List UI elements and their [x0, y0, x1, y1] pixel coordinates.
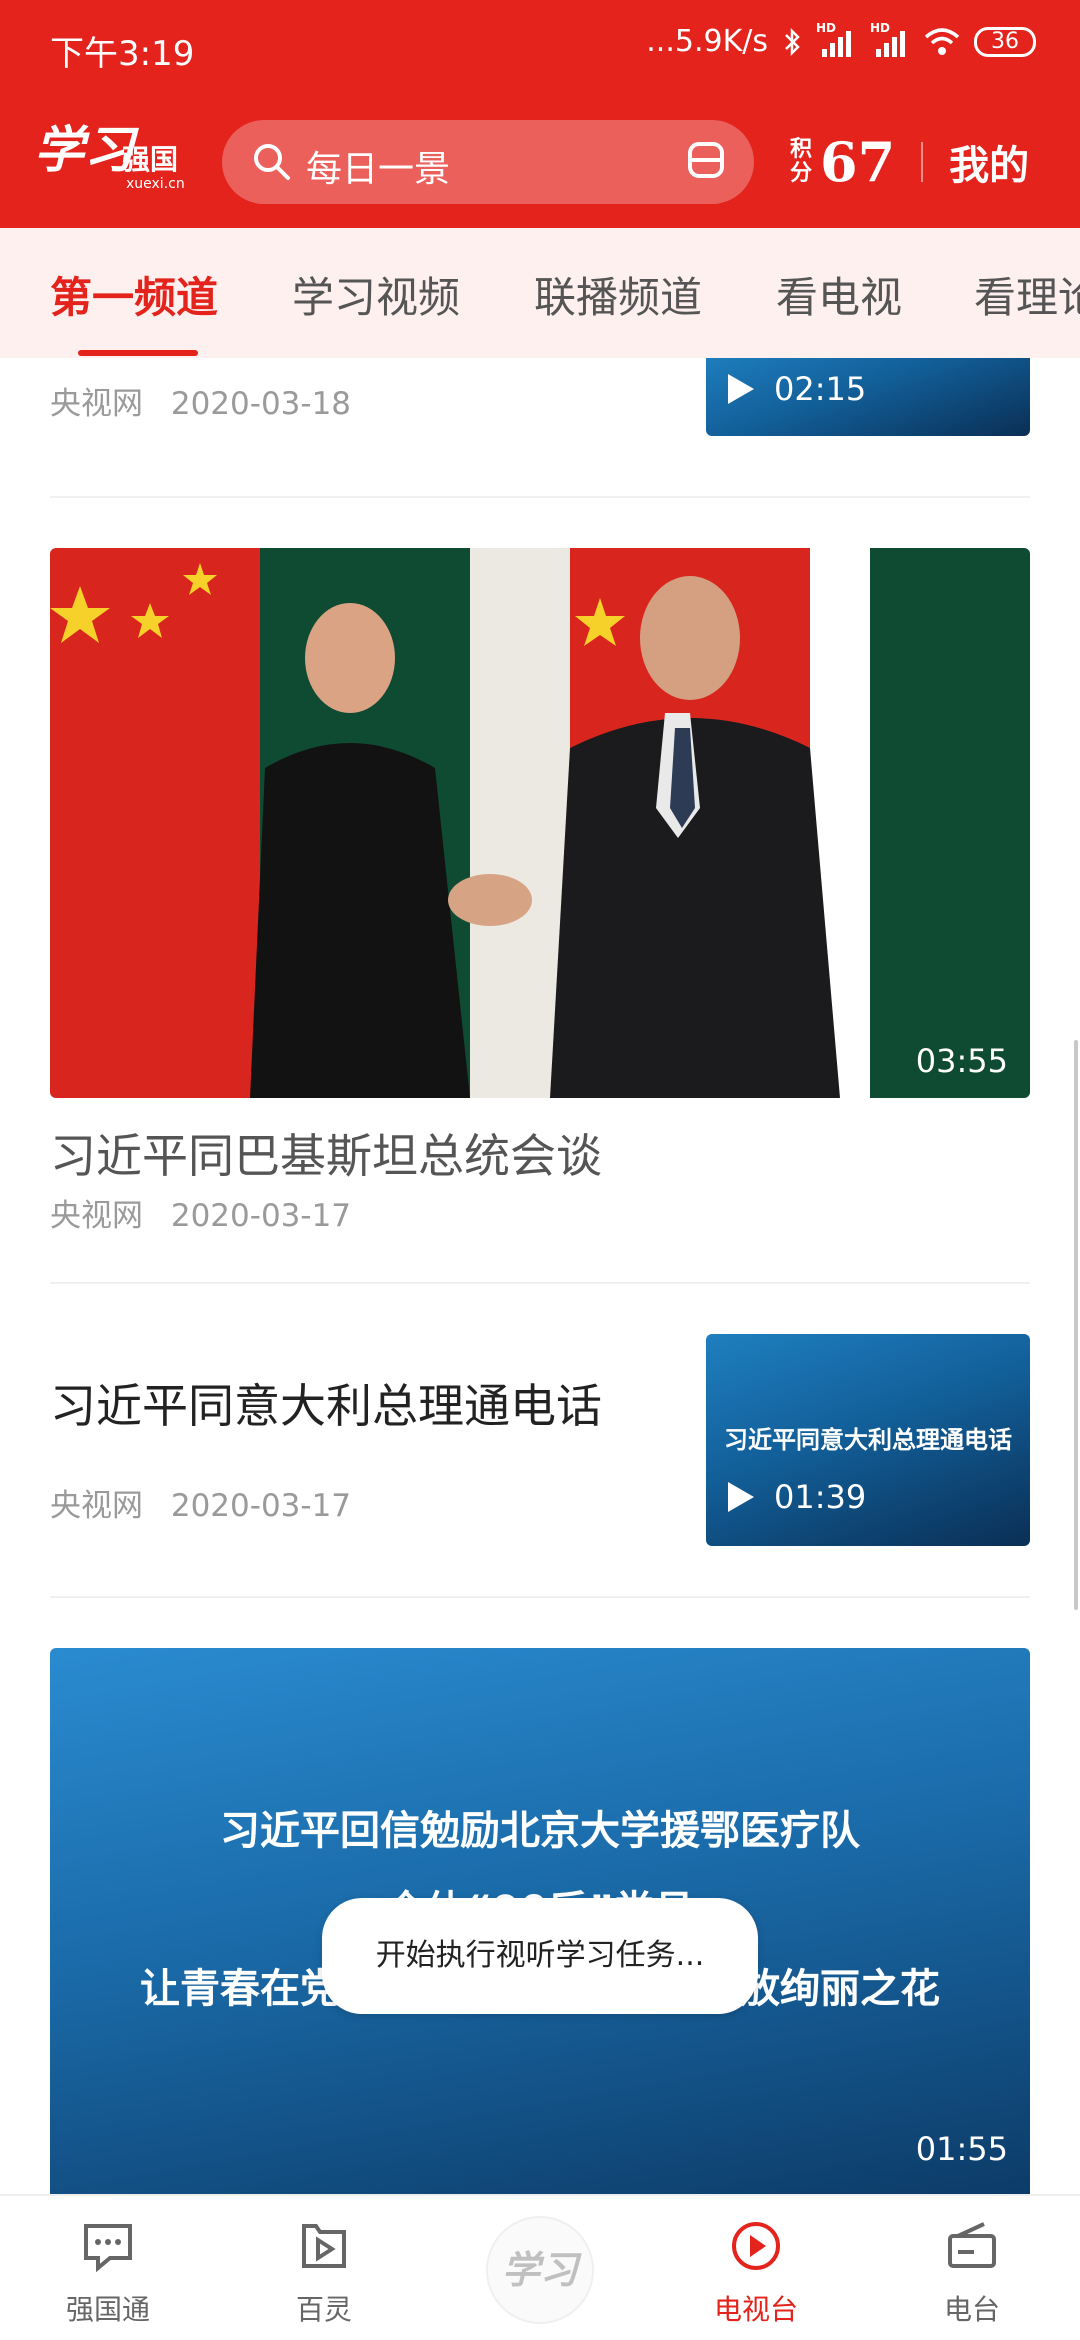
item-date: 2020-03-18 [170, 386, 352, 422]
points-area[interactable]: 积分 67 我的 [790, 120, 1029, 204]
nav-label: 电视台 [713, 2293, 798, 2326]
tab-watch-tv[interactable]: 看电视 [776, 264, 902, 325]
app-header: 学习 强国 xuexi.cn 每日一景 积分 67 我的 [0, 100, 1080, 228]
nav-label: 百灵 [295, 2293, 352, 2326]
play-icon [728, 374, 754, 404]
status-bar: 下午3:19 ...5.9K/s HD HD 36 [0, 0, 1080, 100]
chat-icon [84, 2224, 132, 2273]
bottom-nav: 强国通 百灵 学习 电视台 电台 [0, 2194, 1080, 2340]
points-value: 67 [820, 130, 896, 194]
item-source: 央视网 [50, 386, 143, 422]
header-divider [921, 142, 924, 182]
xuexi-logo[interactable]: 学习 强国 xuexi.cn [34, 120, 185, 208]
video-duration: 03:55 [915, 1042, 1008, 1080]
item-meta: 央视网 2020-03-17 [50, 1480, 351, 1525]
item-title[interactable]: 习近平同巴基斯坦总统会谈 [50, 1120, 602, 1186]
video-duration: 02:15 [774, 370, 867, 408]
logo-text: 强国 [122, 143, 179, 176]
tab-first-channel[interactable]: 第一频道 [50, 264, 218, 325]
points-label: 积分 [790, 137, 813, 186]
video-thumbnail[interactable]: 03:55 [50, 548, 1030, 1098]
play-page-icon [302, 2224, 346, 2268]
item-meta: 央视网 2020-03-17 [50, 1190, 351, 1235]
search-icon [254, 144, 290, 180]
nav-item-bailing[interactable]: 百灵 [216, 2196, 432, 2340]
video-duration: 01:39 [774, 1478, 867, 1516]
nav-item-tv[interactable]: 电视台 [648, 2196, 864, 2340]
thumbnail-line-1: 习近平回信勉励北京大学援鄂医疗队 [220, 1808, 860, 1854]
search-bar[interactable]: 每日一景 [222, 120, 754, 204]
signal-2-icon: HD [870, 21, 910, 59]
list-item[interactable]: 03:55 习近平同巴基斯坦总统会谈 央视网 2020-03-17 [50, 548, 1030, 1234]
thumbnail-caption: 习近平同意大利总理通电话 [724, 1426, 1012, 1454]
divider [50, 1282, 1030, 1284]
video-thumbnail[interactable]: 习近平同意大利总理通电话 01:39 [706, 1334, 1030, 1546]
divider [50, 1596, 1030, 1598]
divider [50, 496, 1030, 498]
item-source: 央视网 [50, 1488, 143, 1524]
mine-button[interactable]: 我的 [949, 133, 1029, 191]
item-source: 央视网 [50, 1198, 143, 1234]
nav-item-qiangguotong[interactable]: 强国通 [0, 2196, 216, 2340]
status-icons: ...5.9K/s HD HD 36 [646, 21, 1036, 59]
meeting-photo [50, 548, 1030, 1098]
scrollbar[interactable] [1074, 1040, 1078, 1610]
battery-indicator: 36 [974, 26, 1036, 57]
xuexi-logo-icon[interactable]: 学习 [488, 2218, 592, 2322]
item-meta: 央视网 2020-03-18 [50, 378, 351, 423]
logo-script: 学习 [34, 120, 134, 179]
network-speed: ...5.9K/s [646, 24, 768, 59]
logo-url: xuexi.cn [126, 176, 185, 192]
video-duration: 01:55 [915, 2130, 1008, 2168]
radio-icon [948, 2222, 996, 2268]
active-tab-indicator [78, 350, 198, 356]
item-date: 2020-03-17 [170, 1198, 352, 1234]
item-title[interactable]: 习近平同意大利总理通电话 [50, 1370, 650, 1436]
tab-news-broadcast[interactable]: 联播频道 [534, 264, 702, 325]
play-circle-icon [732, 2222, 780, 2270]
toast-message: 开始执行视听学习任务... [322, 1898, 758, 2014]
signal-1-icon: HD [816, 21, 856, 59]
wifi-icon [924, 27, 960, 55]
play-icon [728, 1482, 754, 1512]
list-item[interactable]: 央视网 2020-03-18 02:15 [50, 358, 1030, 498]
scan-icon[interactable] [684, 138, 728, 182]
status-time: 下午3:19 [50, 34, 195, 74]
nav-label: 强国通 [65, 2293, 150, 2326]
tab-study-video[interactable]: 学习视频 [292, 264, 460, 325]
video-thumbnail[interactable]: 02:15 [706, 358, 1030, 436]
play-duration: 02:15 [728, 370, 866, 408]
bluetooth-icon [785, 27, 800, 56]
nav-label: 电台 [943, 2293, 1000, 2326]
app-root: { "status_bar": { "time": "下午3:19", "net… [0, 0, 1080, 2340]
list-item[interactable]: 习近平同意大利总理通电话 央视网 2020-03-17 习近平同意大利总理通电话… [50, 1334, 1030, 1548]
search-placeholder: 每日一景 [306, 149, 451, 190]
item-date: 2020-03-17 [170, 1488, 352, 1524]
channel-tabs: 第一频道 学习视频 联播频道 看电视 看理论 [0, 228, 1080, 358]
nav-item-radio[interactable]: 电台 [864, 2196, 1080, 2340]
tab-watch-theory[interactable]: 看理论 [974, 264, 1080, 325]
play-duration: 01:39 [728, 1478, 866, 1516]
